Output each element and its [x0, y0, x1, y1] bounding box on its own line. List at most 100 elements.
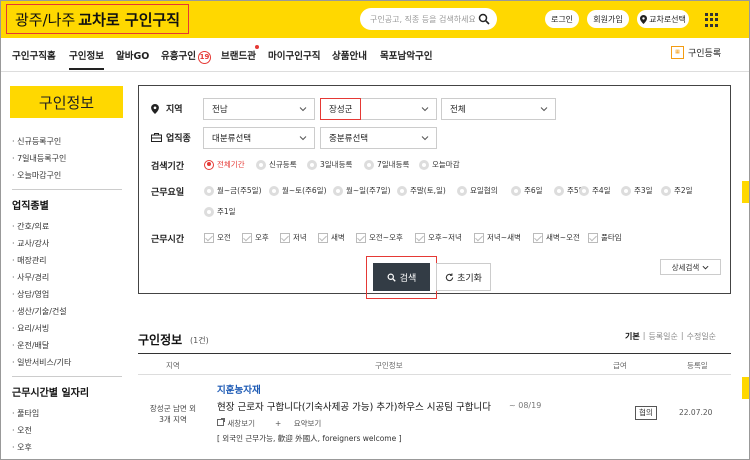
nav-item-entertainment[interactable]: 유흥구인 19: [161, 48, 211, 64]
day-option[interactable]: 주2일: [661, 185, 693, 196]
divider: [12, 189, 122, 190]
sidebar-link[interactable]: · 7일내등록구인: [12, 150, 122, 167]
day-option[interactable]: 주4일: [579, 185, 611, 196]
radio-icon: [554, 185, 564, 196]
radio-icon: [579, 185, 589, 196]
day-option[interactable]: 요일협의: [457, 185, 498, 196]
day-option[interactable]: 월~토(주6일): [269, 185, 327, 196]
hour-option[interactable]: 저녁~새벽: [474, 232, 521, 243]
checkbox-icon: [533, 232, 543, 243]
sort-registered[interactable]: 등록일순: [648, 331, 677, 342]
region-city-select[interactable]: 장성군: [320, 98, 437, 120]
site-logo[interactable]: 광주/나주 교차로 구인구직: [6, 4, 190, 34]
search-icon[interactable]: [478, 13, 490, 25]
menu-grid-icon[interactable]: [705, 13, 719, 27]
hour-option[interactable]: 오전~오후: [356, 232, 403, 243]
search-button[interactable]: 검색: [373, 263, 430, 291]
sidebar-link[interactable]: · 사무/경리: [12, 269, 122, 286]
region-district-select[interactable]: 전체: [441, 98, 556, 120]
nav-item-my-jobs[interactable]: 마이구인구직: [268, 48, 320, 62]
table-row[interactable]: 장성군 남면 외 3개 지역 지훈농자재 현장 근로자 구합니다(기숙사제공 가…: [138, 375, 731, 460]
period-option[interactable]: 7일내등록: [364, 159, 409, 170]
sidebar-link[interactable]: · 오전: [12, 422, 122, 439]
search-input[interactable]: [370, 14, 475, 24]
category-row-label: 업직종: [151, 131, 191, 144]
row-job-title[interactable]: 현장 근로자 구합니다(기숙사제공 가능) 추가)하우스 시공팀 구합니다: [217, 399, 491, 413]
hour-option[interactable]: 오후~저녁: [415, 232, 462, 243]
refresh-icon: [445, 272, 454, 281]
day-option[interactable]: 월~일(주7일): [333, 185, 391, 196]
sidebar-link[interactable]: · 저녁: [12, 456, 122, 460]
location-pin-icon: [151, 103, 159, 114]
category-sub-select[interactable]: 중분류선택: [320, 127, 437, 149]
radio-icon: [364, 159, 374, 170]
radio-icon: [269, 185, 279, 196]
sidebar-link[interactable]: · 풀타임: [12, 405, 122, 422]
row-pay: 협의: [635, 406, 657, 420]
day-option[interactable]: 주1일: [204, 206, 236, 217]
nav-item-albago[interactable]: 알바GO: [116, 48, 149, 62]
sidebar-link[interactable]: · 요리/서빙: [12, 320, 122, 337]
chevron-down-icon: [702, 265, 709, 270]
checkbox-icon: [280, 232, 290, 243]
side-tab[interactable]: [742, 181, 750, 203]
register-icon: ▦: [671, 46, 684, 59]
location-select-button[interactable]: 교차로선택: [637, 10, 689, 28]
sidebar-link[interactable]: · 간호/의료: [12, 218, 122, 235]
sidebar-link[interactable]: · 신규등록구인: [12, 133, 122, 150]
chevron-down-icon: [421, 136, 429, 141]
login-button[interactable]: 로그인: [545, 10, 579, 28]
sidebar-link[interactable]: · 생산/기술/건설: [12, 303, 122, 320]
hour-option[interactable]: 오전: [204, 232, 231, 243]
plus-icon: +: [275, 419, 282, 428]
nav-item-brand[interactable]: 브랜드관: [221, 48, 256, 62]
side-tab[interactable]: [742, 377, 750, 399]
radio-icon: [204, 206, 214, 217]
nav-item-mokpo[interactable]: 목포남악구인: [380, 48, 432, 62]
checkbox-icon: [415, 232, 425, 243]
detail-search-button[interactable]: 상세검색: [660, 259, 721, 275]
sidebar-link[interactable]: · 오후: [12, 439, 122, 456]
sidebar-heading-time: 근무시간별 일자리: [12, 388, 90, 399]
day-option[interactable]: 주3일: [621, 185, 653, 196]
sidebar-link[interactable]: · 운전/배달: [12, 337, 122, 354]
nav-item-entertainment-label: 유흥구인: [161, 51, 196, 62]
sidebar-link[interactable]: · 상담/영업: [12, 286, 122, 303]
sidebar-link[interactable]: · 교사/강사: [12, 235, 122, 252]
region-province-select[interactable]: 전남: [203, 98, 315, 120]
nav-item-products[interactable]: 상품안내: [332, 48, 367, 62]
radio-icon: [256, 159, 266, 170]
new-window-link[interactable]: 새창보기: [217, 418, 265, 429]
day-option[interactable]: 월~금(주5일): [204, 185, 262, 196]
nav-item-job-info[interactable]: 구인정보: [69, 48, 104, 70]
day-option[interactable]: 주말(토,일): [397, 185, 446, 196]
radio-icon: [457, 185, 467, 196]
radio-icon: [204, 185, 214, 196]
sort-modified[interactable]: 수정일순: [687, 331, 716, 342]
hour-option[interactable]: 풀타임: [588, 232, 622, 243]
period-option[interactable]: 전체기간: [204, 159, 245, 170]
nav-item-home[interactable]: 구인구직홈: [12, 48, 56, 62]
region-row-label: 지역: [151, 102, 183, 115]
register-job-button[interactable]: ▦ 구인등록: [671, 46, 721, 59]
period-option[interactable]: 신규등록: [256, 159, 297, 170]
signup-button[interactable]: 회원가입: [587, 10, 629, 28]
sort-default[interactable]: 기본: [625, 331, 640, 342]
category-main-select[interactable]: 대분류선택: [203, 127, 315, 149]
reset-button[interactable]: 초기화: [436, 263, 491, 291]
sidebar-link[interactable]: · 매장관리: [12, 252, 122, 269]
hour-option[interactable]: 새벽~오전: [533, 232, 580, 243]
results-count: (1건): [190, 336, 209, 345]
sidebar-link[interactable]: · 오늘마감구인: [12, 167, 122, 184]
row-company[interactable]: 지훈농자재: [217, 382, 261, 396]
checkbox-icon: [318, 232, 328, 243]
day-option[interactable]: 주6일: [511, 185, 543, 196]
period-option[interactable]: 오늘마감: [419, 159, 460, 170]
hour-option[interactable]: 새벽: [318, 232, 345, 243]
period-option[interactable]: 3일내등록: [307, 159, 352, 170]
sidebar-link[interactable]: · 일반서비스/기타: [12, 354, 122, 371]
summary-link[interactable]: + 요약보기: [275, 418, 331, 429]
hour-option[interactable]: 저녁: [280, 232, 307, 243]
hour-option[interactable]: 오후: [242, 232, 269, 243]
logo-brand: 교차로 구인구직: [78, 10, 181, 29]
